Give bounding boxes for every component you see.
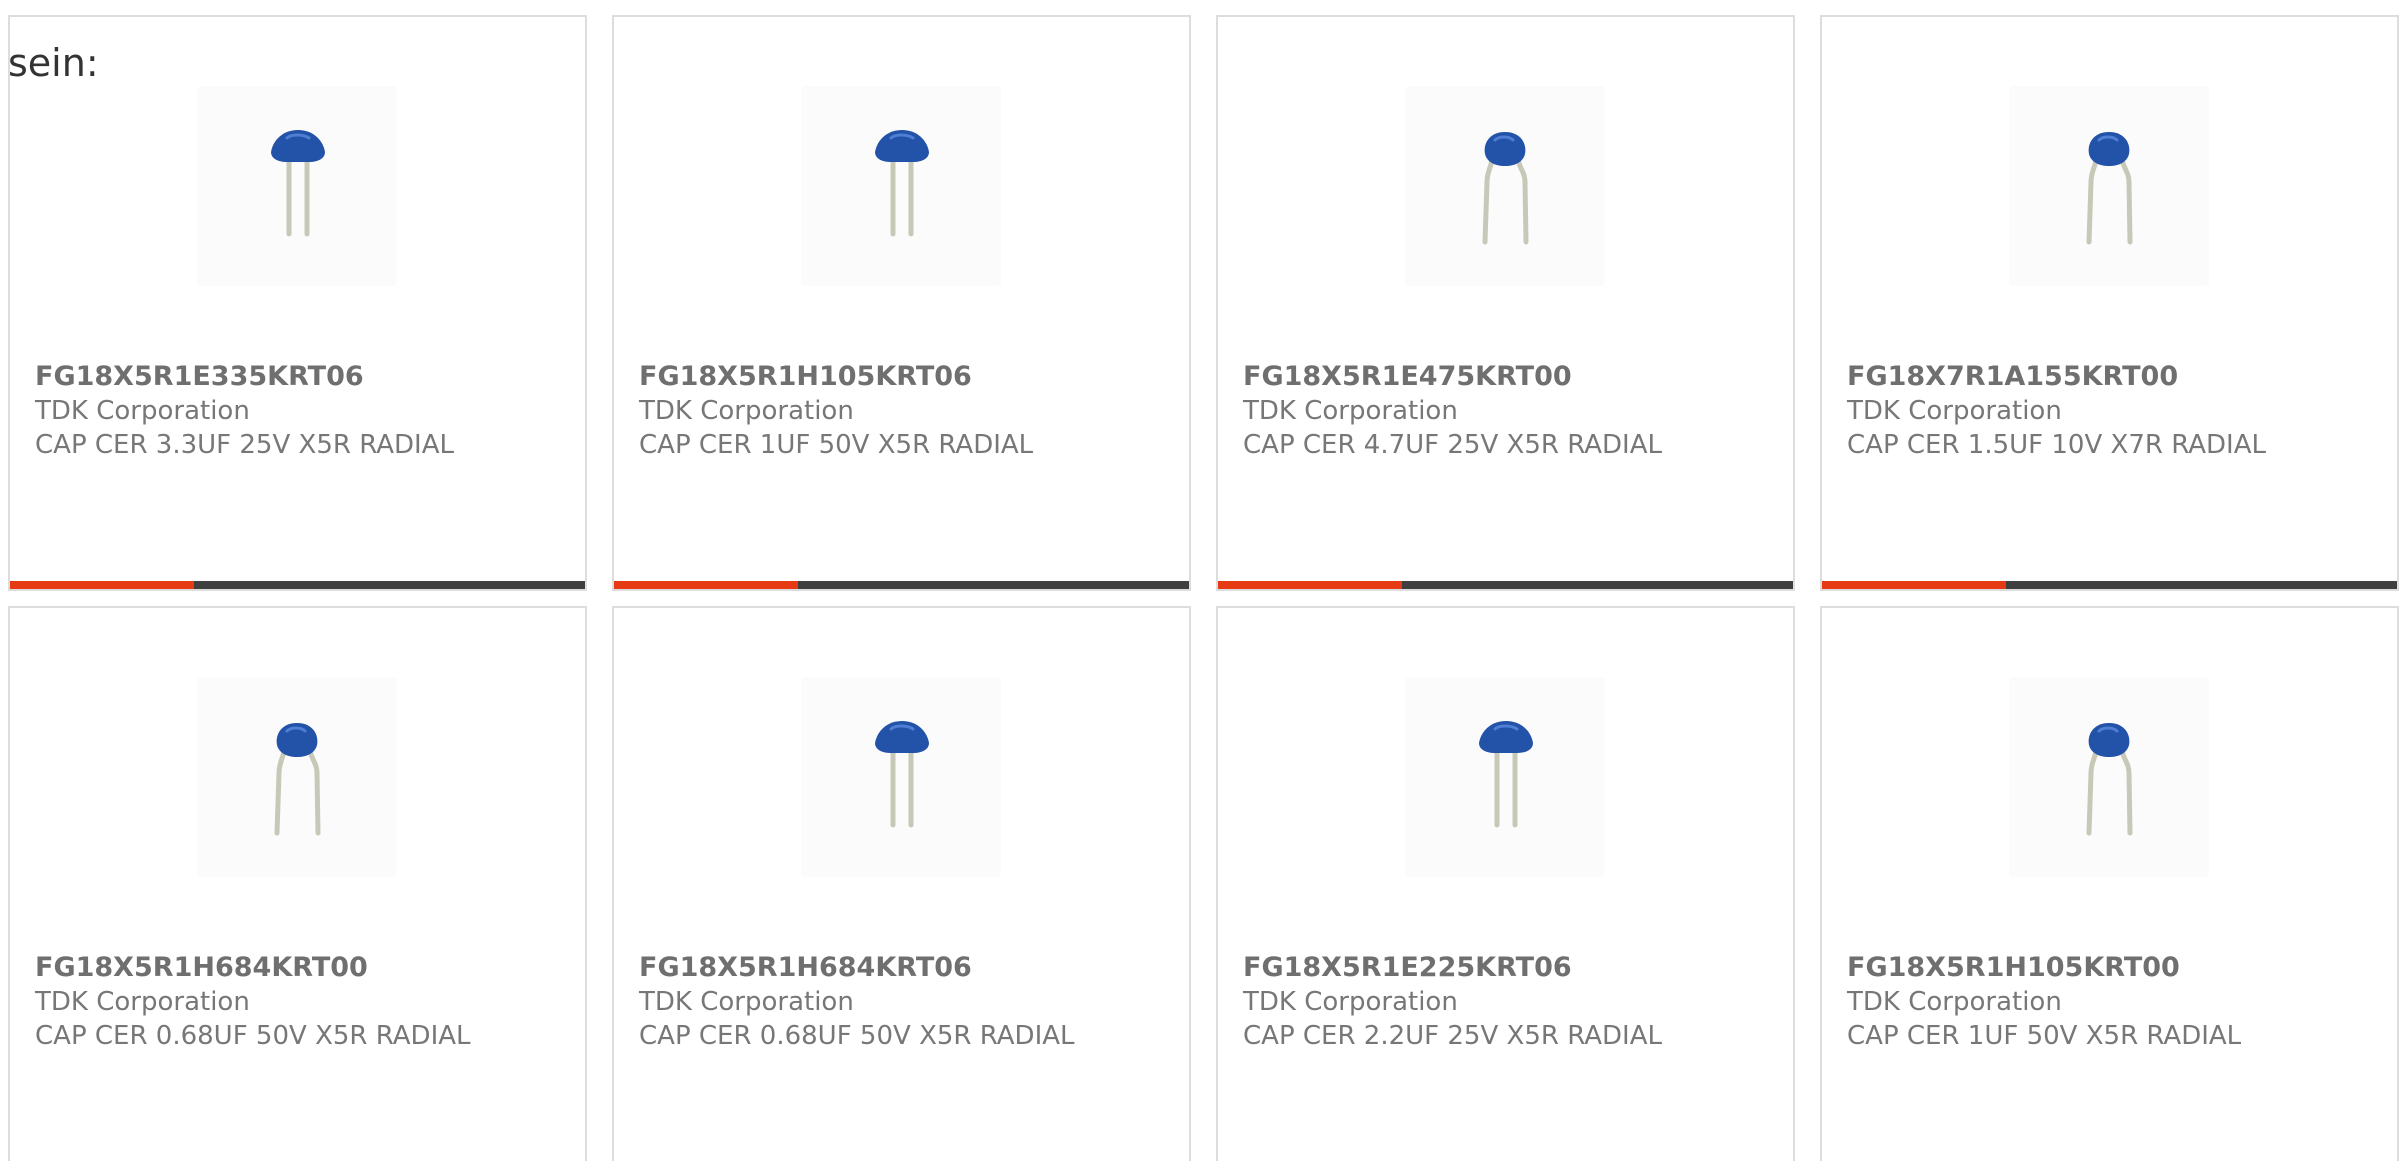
card-progress-fill xyxy=(10,581,194,589)
product-grid: FG18X5R1E335KRT06 TDK Corporation CAP CER … xyxy=(8,15,2399,1161)
intro-text: sein: xyxy=(8,41,99,85)
product-card[interactable]: FG18X5R1E335KRT06 TDK Corporation CAP CER … xyxy=(8,15,587,591)
product-info: FG18X5R1H105KRT00 TDK Corporation CAP CER … xyxy=(1847,951,2377,1053)
manufacturer-label: TDK Corporation xyxy=(35,987,250,1017)
part-number-link[interactable]: FG18X7R1A155KRT00 xyxy=(1847,360,2377,394)
radial-capacitor-straight-leads-icon xyxy=(271,130,325,237)
product-image[interactable] xyxy=(197,677,397,877)
card-progress-bar xyxy=(614,581,1189,589)
manufacturer-label: TDK Corporation xyxy=(1847,987,2062,1017)
product-image[interactable] xyxy=(1405,86,1605,286)
card-progress-bar xyxy=(1822,581,2397,589)
description-label: CAP CER 2.2UF 25V X5R RADIAL xyxy=(1243,1021,1662,1051)
description-label: CAP CER 0.68UF 50V X5R RADIAL xyxy=(35,1021,471,1051)
part-number-link[interactable]: FG18X5R1E225KRT06 xyxy=(1243,951,1773,985)
product-info: FG18X5R1E335KRT06 TDK Corporation CAP CER … xyxy=(35,360,565,462)
product-card[interactable]: FG18X5R1H105KRT00 TDK Corporation CAP CER … xyxy=(1820,606,2399,1161)
description-label: CAP CER 0.68UF 50V X5R RADIAL xyxy=(639,1021,1075,1051)
product-card[interactable]: FG18X5R1H684KRT06 TDK Corporation CAP CER … xyxy=(612,606,1191,1161)
manufacturer-label: TDK Corporation xyxy=(1847,396,2062,426)
part-number-link[interactable]: FG18X5R1H105KRT00 xyxy=(1847,951,2377,985)
radial-capacitor-kinked-leads-icon xyxy=(274,723,321,836)
product-info: FG18X5R1H684KRT00 TDK Corporation CAP CER … xyxy=(35,951,565,1053)
card-progress-bar xyxy=(10,581,585,589)
product-image[interactable] xyxy=(197,86,397,286)
product-image[interactable] xyxy=(801,677,1001,877)
manufacturer-label: TDK Corporation xyxy=(1243,396,1458,426)
product-info: FG18X5R1E475KRT00 TDK Corporation CAP CER … xyxy=(1243,360,1773,462)
manufacturer-label: TDK Corporation xyxy=(639,396,854,426)
part-number-link[interactable]: FG18X5R1H105KRT06 xyxy=(639,360,1169,394)
radial-capacitor-kinked-leads-icon xyxy=(2086,132,2133,245)
manufacturer-label: TDK Corporation xyxy=(35,396,250,426)
description-label: CAP CER 1UF 50V X5R RADIAL xyxy=(639,430,1034,460)
card-progress-fill xyxy=(614,581,798,589)
product-image[interactable] xyxy=(2009,86,2209,286)
product-listing-page: sein: FG18X5R1E335KRT06 TDK Corporation CA… xyxy=(0,0,2400,1161)
card-progress-bar xyxy=(1218,581,1793,589)
card-progress-fill xyxy=(1822,581,2006,589)
card-progress-fill xyxy=(1218,581,1402,589)
product-card[interactable]: FG18X5R1E475KRT00 TDK Corporation CAP CER … xyxy=(1216,15,1795,591)
part-number-link[interactable]: FG18X5R1E475KRT00 xyxy=(1243,360,1773,394)
product-info: FG18X5R1H105KRT06 TDK Corporation CAP CER … xyxy=(639,360,1169,462)
product-image[interactable] xyxy=(801,86,1001,286)
description-label: CAP CER 4.7UF 25V X5R RADIAL xyxy=(1243,430,1662,460)
product-card[interactable]: FG18X5R1H684KRT00 TDK Corporation CAP CER … xyxy=(8,606,587,1161)
radial-capacitor-straight-leads-icon xyxy=(875,721,929,828)
product-card[interactable]: FG18X5R1H105KRT06 TDK Corporation CAP CER … xyxy=(612,15,1191,591)
product-card[interactable]: FG18X5R1E225KRT06 TDK Corporation CAP CER … xyxy=(1216,606,1795,1161)
part-number-link[interactable]: FG18X5R1H684KRT06 xyxy=(639,951,1169,985)
product-image[interactable] xyxy=(2009,677,2209,877)
product-info: FG18X7R1A155KRT00 TDK Corporation CAP CER … xyxy=(1847,360,2377,462)
radial-capacitor-straight-leads-icon xyxy=(875,130,929,237)
description-label: CAP CER 1.5UF 10V X7R RADIAL xyxy=(1847,430,2266,460)
part-number-link[interactable]: FG18X5R1H684KRT00 xyxy=(35,951,565,985)
radial-capacitor-kinked-leads-icon xyxy=(1482,132,1529,245)
description-label: CAP CER 1UF 50V X5R RADIAL xyxy=(1847,1021,2242,1051)
product-card[interactable]: FG18X7R1A155KRT00 TDK Corporation CAP CER … xyxy=(1820,15,2399,591)
manufacturer-label: TDK Corporation xyxy=(639,987,854,1017)
description-label: CAP CER 3.3UF 25V X5R RADIAL xyxy=(35,430,454,460)
product-info: FG18X5R1H684KRT06 TDK Corporation CAP CER … xyxy=(639,951,1169,1053)
product-info: FG18X5R1E225KRT06 TDK Corporation CAP CER … xyxy=(1243,951,1773,1053)
manufacturer-label: TDK Corporation xyxy=(1243,987,1458,1017)
part-number-link[interactable]: FG18X5R1E335KRT06 xyxy=(35,360,565,394)
radial-capacitor-straight-leads-icon xyxy=(1479,721,1533,828)
radial-capacitor-kinked-leads-icon xyxy=(2086,723,2133,836)
product-image[interactable] xyxy=(1405,677,1605,877)
